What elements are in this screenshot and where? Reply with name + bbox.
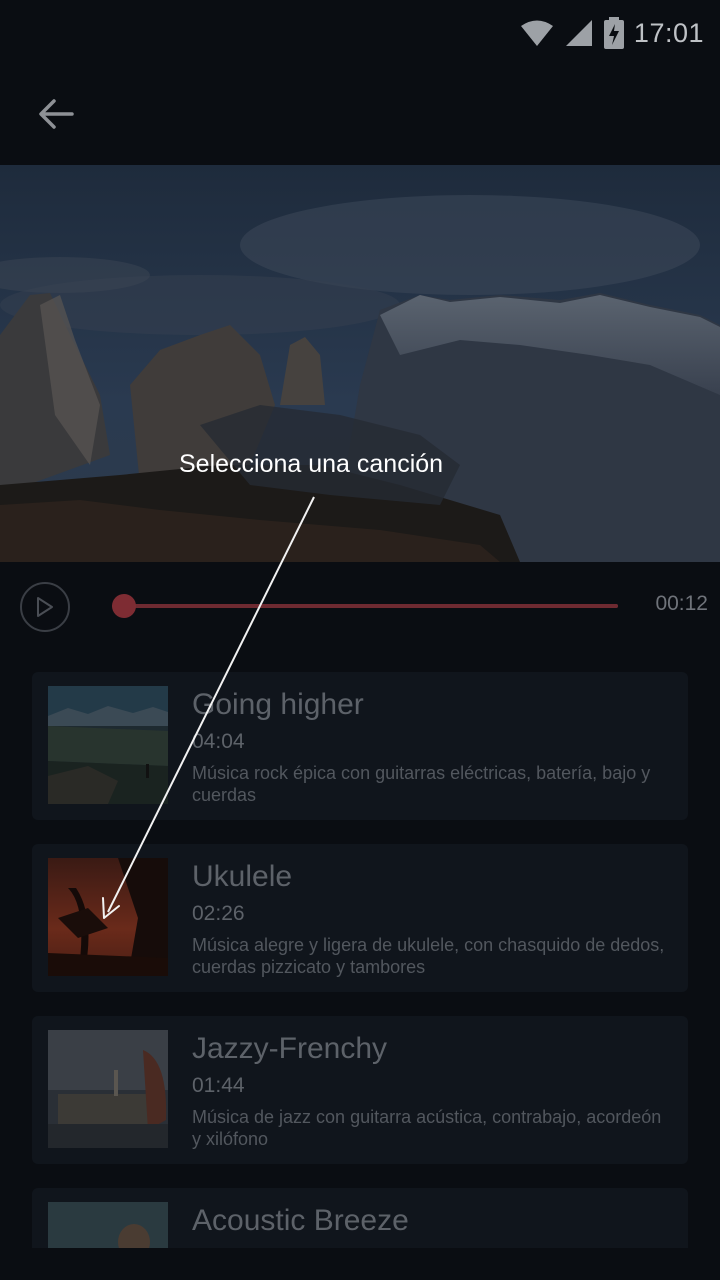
tutorial-arrow-icon (102, 496, 315, 919)
